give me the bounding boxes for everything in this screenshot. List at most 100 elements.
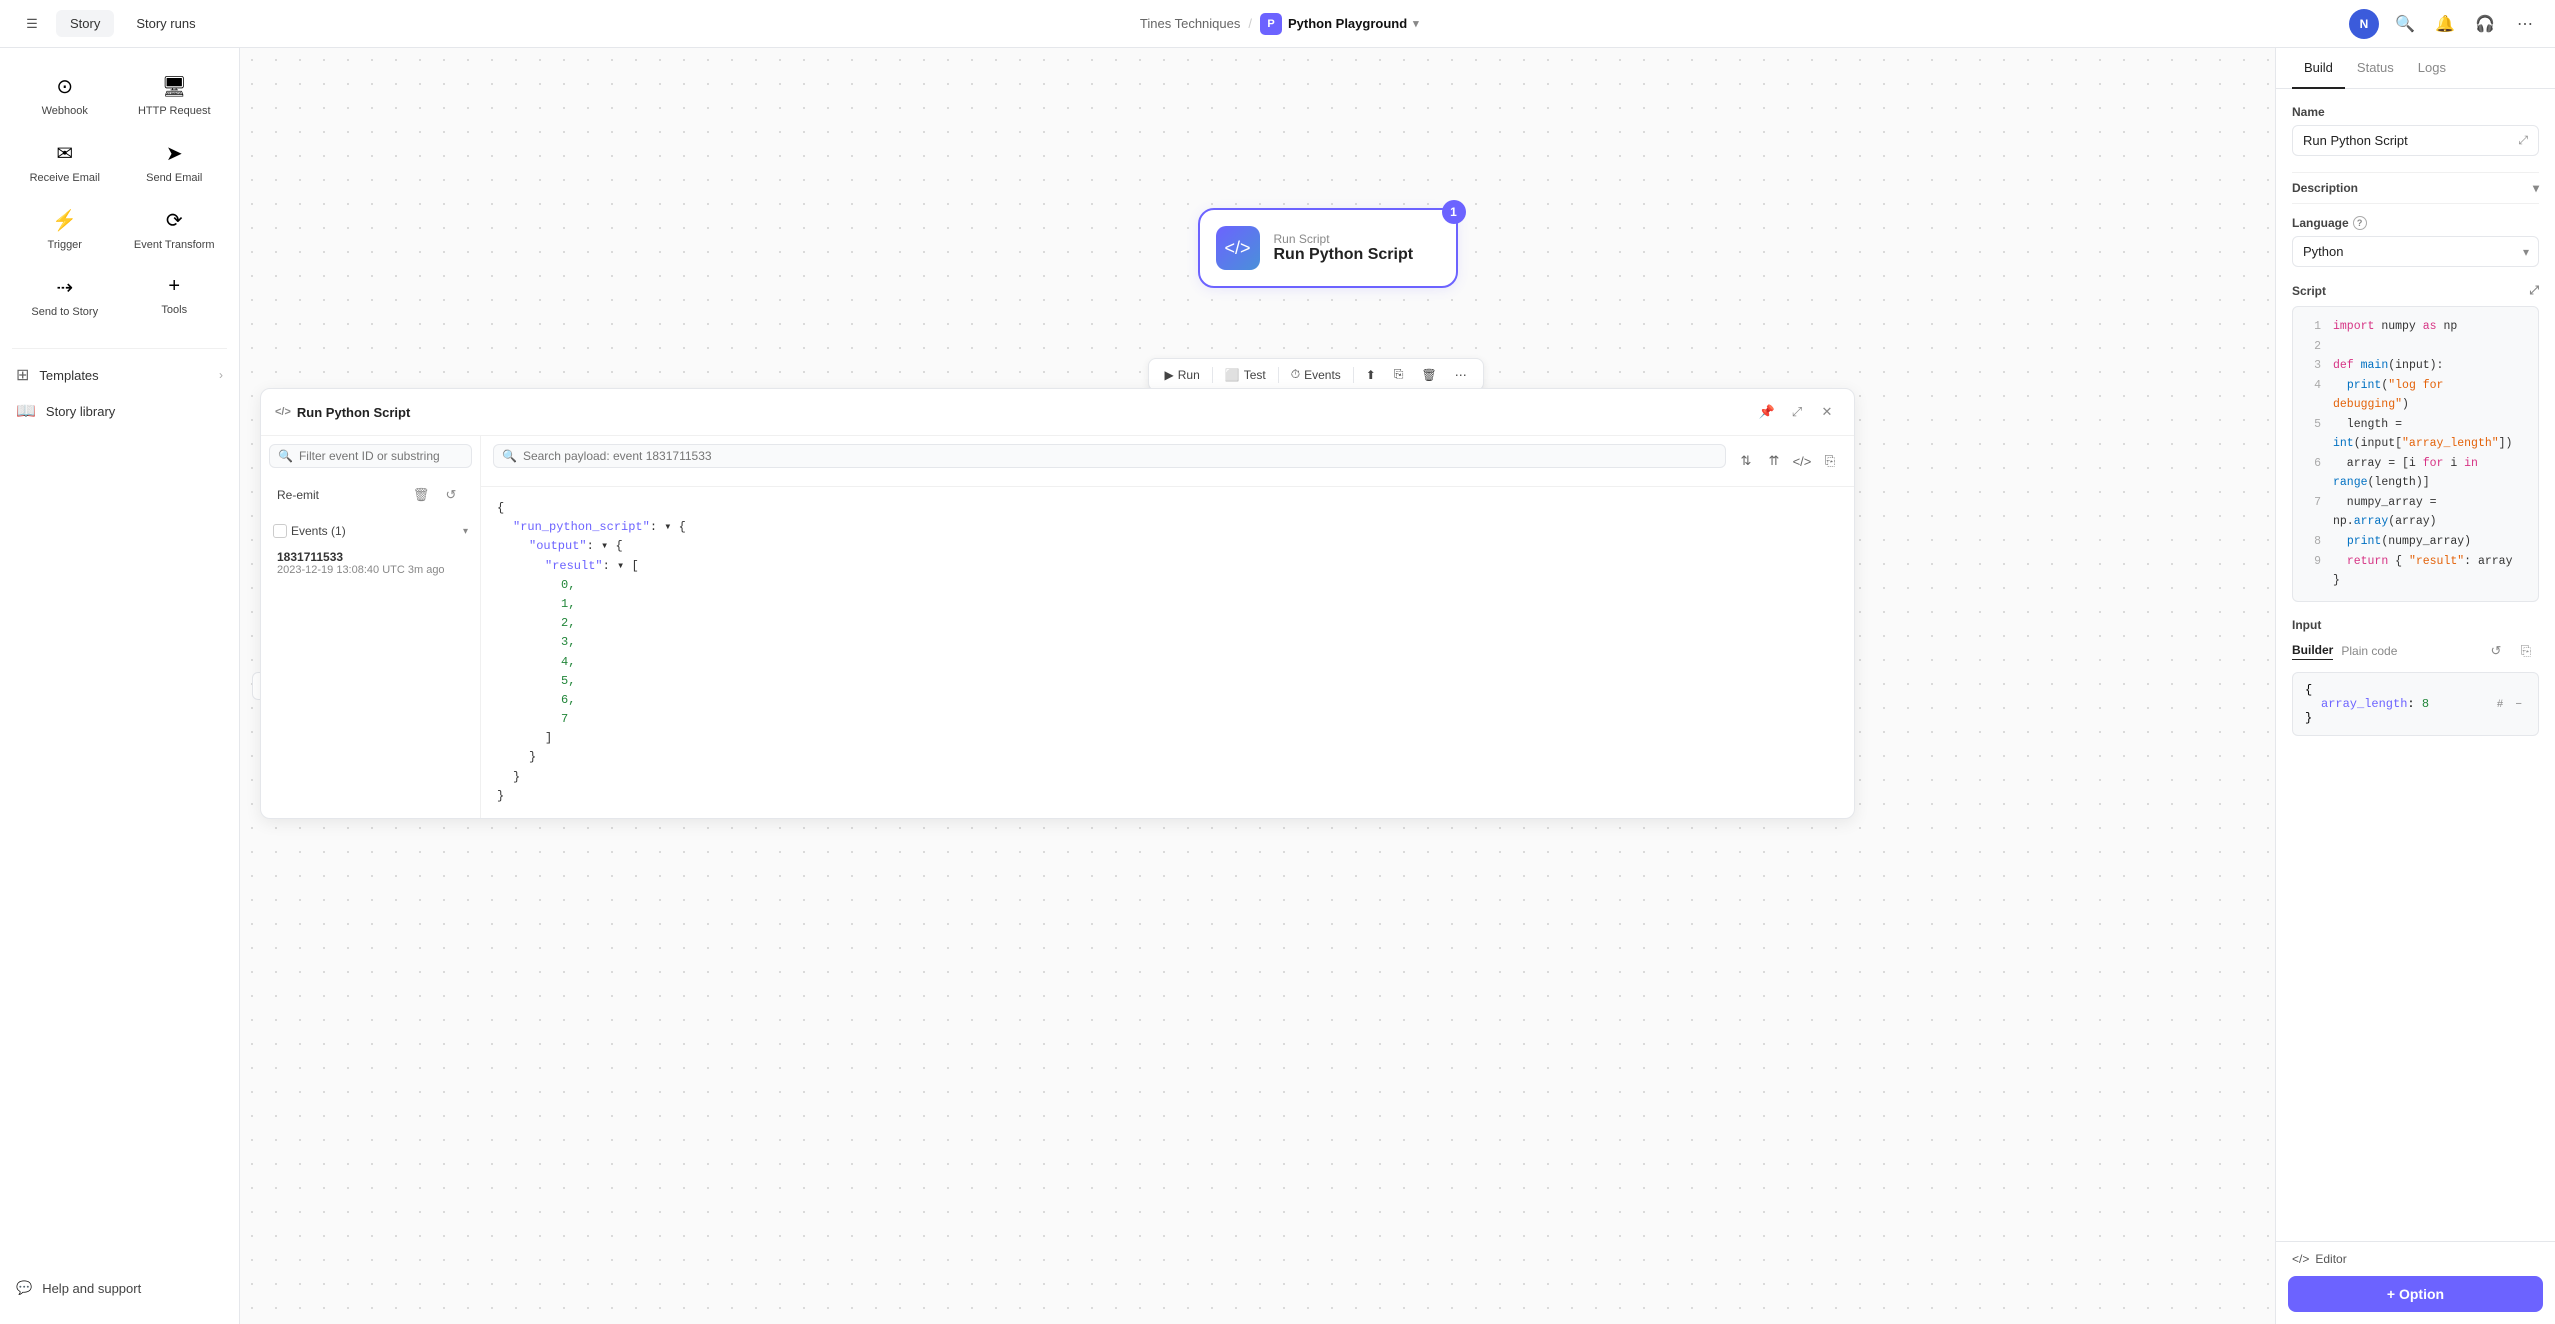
share-button[interactable]: ⬆: [1358, 364, 1384, 386]
payload-area: 🔍 ⇅ ⇈ </> ⎘ { "run_: [481, 436, 1854, 818]
sidebar-item-tools[interactable]: + Tools: [122, 265, 228, 328]
search-icon[interactable]: 🔍: [2391, 10, 2419, 38]
language-select[interactable]: Python: [2292, 236, 2539, 267]
input-refresh-icon[interactable]: ↺: [2483, 638, 2509, 664]
test-button[interactable]: ⬜ Test: [1217, 364, 1274, 386]
event-panel-header-right: 📌 ⤢ ✕: [1754, 399, 1840, 425]
sidebar-divider-1: [12, 348, 227, 349]
sidebar-item-story-library[interactable]: 📖 Story library: [0, 393, 239, 429]
event-panel-header: </> Run Python Script 📌 ⤢ ✕: [261, 389, 1854, 436]
sidebar-item-send-email[interactable]: ➤ Send Email: [122, 131, 228, 194]
event-panel-title-text: Run Python Script: [297, 405, 410, 420]
event-list-item[interactable]: 1831711533 2023-12-19 13:08:40 UTC 3m ag…: [269, 544, 472, 582]
tab-status[interactable]: Status: [2345, 48, 2406, 89]
name-input[interactable]: Run Python Script ⤢: [2292, 125, 2539, 156]
more-icon: ⋯: [1455, 368, 1467, 382]
event-id: 1831711533: [277, 550, 464, 564]
tab-story[interactable]: Story: [56, 10, 114, 37]
language-info-icon[interactable]: ?: [2353, 216, 2367, 230]
plain-code-tab[interactable]: Plain code: [2341, 642, 2397, 660]
test-label: Test: [1244, 368, 1266, 382]
payload-copy-icon[interactable]: ⎘: [1818, 449, 1842, 473]
sidebar-item-webhook[interactable]: ⊙ Webhook: [12, 64, 118, 127]
expand-name-icon[interactable]: ⤢: [2518, 133, 2528, 148]
events-checkbox[interactable]: [273, 524, 287, 538]
option-button[interactable]: + Option: [2288, 1276, 2543, 1312]
code-line-5: 5 length = int(input["array_length"]): [2305, 415, 2526, 454]
sidebar-item-trigger[interactable]: ⚡ Trigger: [12, 198, 118, 261]
json-add-icon[interactable]: #: [2493, 697, 2508, 713]
event-filter-input[interactable]: [299, 449, 463, 463]
sidebar-item-event-transform-label: Event Transform: [134, 239, 215, 251]
json-line: }: [497, 768, 1838, 787]
more-button[interactable]: ⋯: [1447, 364, 1475, 386]
sidebar-item-event-transform[interactable]: ⟳ Event Transform: [122, 198, 228, 261]
copy-button[interactable]: ⎘: [1386, 363, 1412, 386]
payload-search-input[interactable]: [523, 449, 1717, 463]
event-list-header[interactable]: Events (1) ▾: [269, 518, 472, 544]
sidebar-item-http-request[interactable]: 🖥 HTTP Request: [122, 64, 228, 127]
menu-icon[interactable]: ☰: [16, 8, 48, 40]
tab-logs[interactable]: Logs: [2406, 48, 2458, 89]
re-emit-refresh-icon[interactable]: ↺: [438, 482, 464, 508]
bell-icon[interactable]: 🔔: [2431, 10, 2459, 38]
sidebar-item-help[interactable]: 💬 Help and support: [0, 1268, 239, 1308]
sidebar-item-receive-email[interactable]: ✉ Receive Email: [12, 131, 118, 194]
event-transform-icon: ⟳: [166, 208, 183, 233]
settings-icon[interactable]: ⋯: [2511, 10, 2539, 38]
node-text: Run Script Run Python Script: [1274, 232, 1414, 264]
tools-icon[interactable]: 🎧: [2471, 10, 2499, 38]
json-line: 5,: [497, 672, 1838, 691]
builder-tab[interactable]: Builder: [2292, 641, 2333, 660]
json-line: {: [497, 499, 1838, 518]
input-copy-icon[interactable]: ⎘: [2513, 638, 2539, 664]
re-emit-delete-icon[interactable]: 🗑: [408, 482, 434, 508]
pin-icon[interactable]: 📌: [1754, 399, 1780, 425]
story-library-label: Story library: [46, 404, 115, 419]
script-code-area: 1 import numpy as np 2 3 def main(input)…: [2292, 306, 2539, 602]
code-line-8: 8 print(numpy_array): [2305, 532, 2526, 552]
canvas[interactable]: ◁ </> Run Script Run Python Script 1 ▶ R…: [240, 48, 2275, 1324]
script-node[interactable]: </> Run Script Run Python Script 1: [1198, 208, 1458, 288]
payload-search-bar: 🔍 ⇅ ⇈ </> ⎘: [481, 436, 1854, 487]
name-field: Name Run Python Script ⤢: [2292, 105, 2539, 156]
sidebar-item-templates[interactable]: ⊞ Templates ›: [0, 357, 239, 393]
avatar: N: [2349, 9, 2379, 39]
json-line-actions: # −: [2493, 697, 2526, 713]
editor-label: Editor: [2315, 1252, 2346, 1266]
run-button[interactable]: ▶ Run: [1157, 364, 1208, 386]
payload-collapse-all-icon[interactable]: ⇈: [1762, 449, 1786, 473]
close-icon[interactable]: ✕: [1814, 399, 1840, 425]
events-chevron-icon[interactable]: ▾: [463, 526, 468, 537]
code-line-7: 7 numpy_array = np.array(array): [2305, 493, 2526, 532]
payload-expand-all-icon[interactable]: ⇅: [1734, 449, 1758, 473]
events-button[interactable]: ⏱ Events: [1283, 363, 1349, 386]
story-library-left: 📖 Story library: [16, 401, 115, 421]
editor-link[interactable]: </> Editor: [2292, 1252, 2347, 1266]
node-title: Run Script: [1274, 232, 1414, 246]
description-row[interactable]: Description ▾: [2292, 172, 2539, 204]
app-name[interactable]: P Python Playground ▾: [1260, 13, 1419, 35]
sidebar-item-http-label: HTTP Request: [138, 105, 211, 117]
share-icon: ⬆: [1366, 368, 1376, 382]
templates-chevron-icon: ›: [219, 368, 223, 382]
json-brace-close: }: [2305, 711, 2526, 725]
name-value: Run Python Script: [2303, 133, 2408, 148]
option-button-wrapper: + Option: [2276, 1276, 2555, 1324]
tab-story-runs[interactable]: Story runs: [122, 10, 209, 37]
json-remove-icon[interactable]: −: [2511, 697, 2526, 713]
event-panel-title: </> Run Python Script: [275, 405, 410, 420]
payload-search-icon: 🔍: [502, 449, 517, 463]
expand-icon[interactable]: ⤢: [1784, 399, 1810, 425]
delete-button[interactable]: 🗑: [1413, 364, 1444, 386]
sidebar-item-send-to-story[interactable]: ⇢ Send to Story: [12, 265, 118, 328]
script-expand-icon[interactable]: ⤢: [2529, 283, 2539, 298]
event-re-emit-row: Re-emit 🗑 ↺: [269, 476, 472, 514]
event-panel-body: 🔍 Re-emit 🗑 ↺: [261, 436, 1854, 818]
json-line: 0,: [497, 576, 1838, 595]
tab-build[interactable]: Build: [2292, 48, 2345, 89]
sidebar-item-webhook-label: Webhook: [42, 105, 88, 117]
toolbar-sep-1: [1212, 367, 1213, 383]
json-line: 6,: [497, 691, 1838, 710]
payload-code-view-icon[interactable]: </>: [1790, 449, 1814, 473]
